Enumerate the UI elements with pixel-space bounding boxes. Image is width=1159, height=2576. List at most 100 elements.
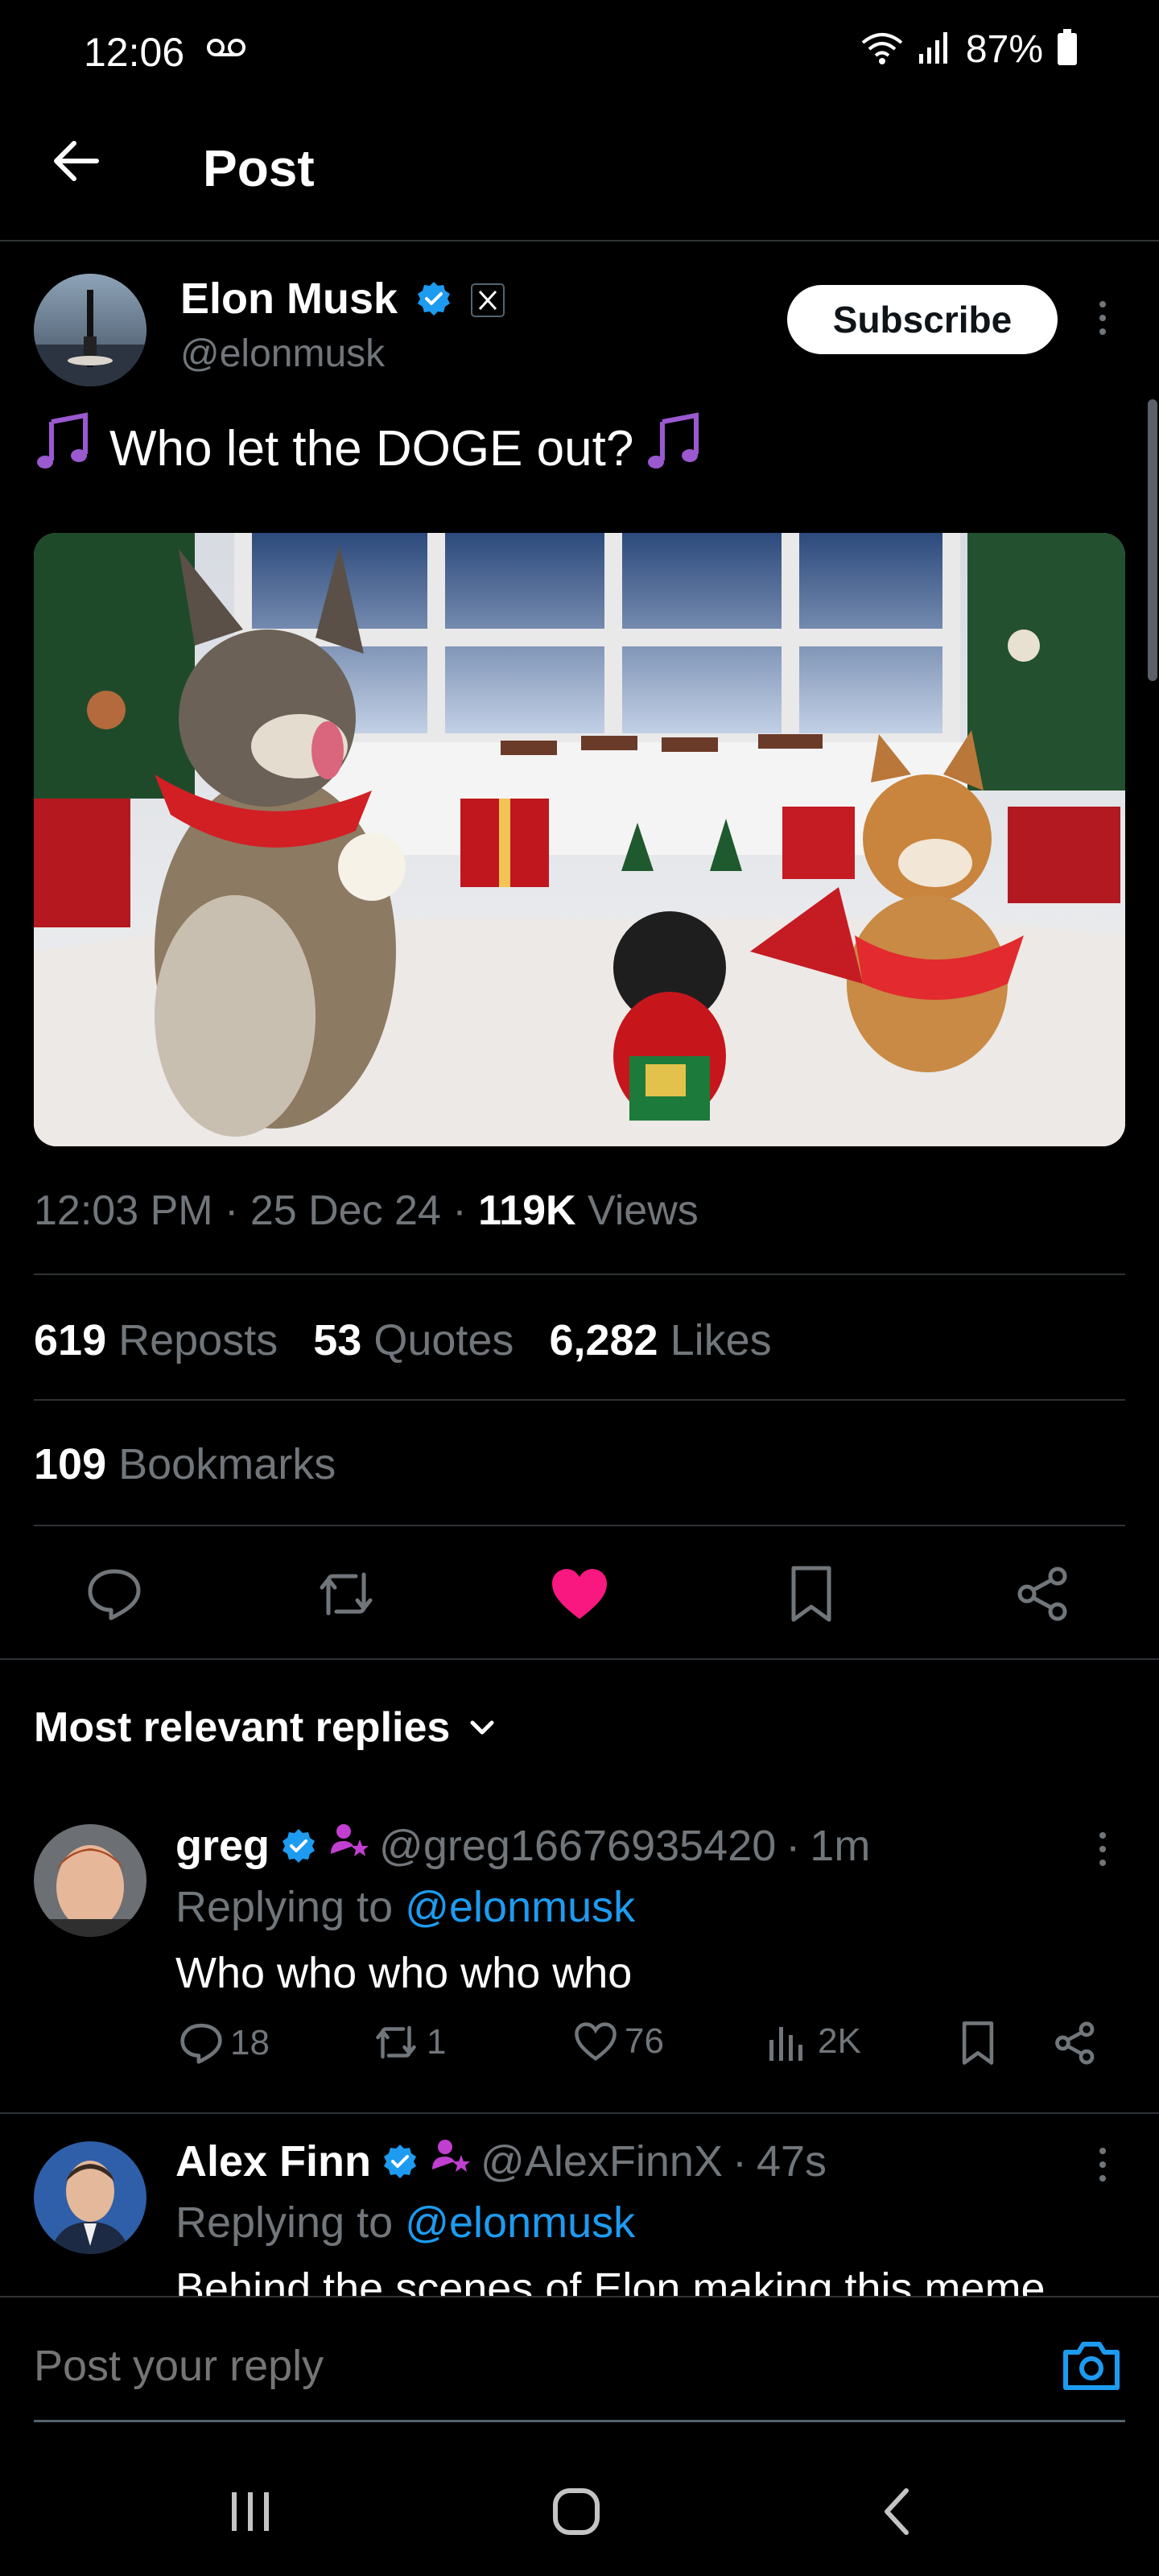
replying-prefix: Replying to (175, 2198, 394, 2247)
repost-button[interactable] (306, 1554, 386, 1634)
author-name-row[interactable]: Elon Musk (180, 274, 505, 324)
reply-author-name[interactable]: greg (175, 1821, 270, 1871)
quotes-count: 53 (313, 1316, 362, 1364)
avatar[interactable] (34, 2141, 146, 2254)
music-notes-icon (34, 411, 98, 487)
arrow-left-icon (54, 141, 99, 181)
author-handle[interactable]: @elonmusk (180, 332, 385, 376)
likes-label: Likes (670, 1316, 772, 1364)
reply-like-button[interactable]: 76 (573, 2021, 664, 2062)
reposts-label: Reposts (118, 1316, 278, 1364)
voicemail-icon (206, 37, 246, 62)
music-notes-icon (645, 411, 709, 487)
likes-stat[interactable]: 6,282 Likes (549, 1315, 771, 1365)
battery-icon (1056, 29, 1079, 70)
back-button[interactable] (50, 137, 101, 189)
replying-to: Replying to @elonmusk (175, 1882, 635, 1932)
reply-views-button[interactable]: 2K (766, 2021, 861, 2062)
divider (0, 1658, 1159, 1660)
share-button[interactable] (1003, 1554, 1083, 1634)
reply-author-name[interactable]: Alex Finn (175, 2136, 371, 2186)
bookmark-icon (962, 2021, 994, 2065)
replying-to-link[interactable]: @elonmusk (405, 2198, 635, 2247)
author-avatar[interactable] (34, 274, 146, 386)
divider (0, 2112, 1159, 2114)
reposts-count: 619 (34, 1316, 107, 1364)
replies-sort-label: Most relevant replies (34, 1704, 451, 1751)
reply-icon (180, 2023, 222, 2064)
verified-badge-icon (410, 274, 453, 324)
divider (34, 1399, 1125, 1401)
meta-separator: · (452, 1187, 467, 1234)
repost-count: 1 (427, 2022, 447, 2062)
post-date: 25 Dec 24 (250, 1187, 441, 1234)
post-more-icon[interactable] (1099, 301, 1106, 335)
subscribe-button[interactable]: Subscribe (787, 285, 1058, 354)
composer-top-divider (0, 2296, 1159, 2297)
reply-header: greg @greg16676935420 · 1m (175, 1821, 871, 1871)
reply-share-button[interactable] (1053, 2021, 1098, 2066)
bookmarks-stat[interactable]: 109 Bookmarks (34, 1439, 336, 1489)
reply-author-handle[interactable]: @AlexFinnX (481, 2136, 723, 2186)
recent-apps-icon (232, 2492, 269, 2531)
views-count[interactable]: 119K (478, 1187, 575, 1234)
camera-button[interactable] (1061, 2338, 1122, 2396)
quotes-stat[interactable]: 53 Quotes (313, 1315, 514, 1365)
reply-text: Who who who who who (175, 1949, 633, 1997)
header-divider (0, 240, 1159, 242)
post-time: 12:03 PM (34, 1187, 213, 1234)
analytics-icon (769, 2027, 802, 2061)
reply-more-icon[interactable] (1099, 1832, 1106, 1866)
page-title: Post (203, 139, 315, 197)
reply-more-icon[interactable] (1099, 2148, 1106, 2182)
reply-actions: 18 1 76 2K (179, 2021, 1104, 2085)
like-outline-icon (575, 2022, 617, 2062)
reply-reply-button[interactable]: 18 (179, 2021, 270, 2066)
reposts-stat[interactable]: 619 Reposts (34, 1315, 278, 1365)
reply-bookmark-button[interactable] (959, 2021, 996, 2066)
reply-header: Alex Finn @AlexFinnX · 47s (175, 2136, 827, 2186)
post-text-row: Who let the DOGE out? (34, 411, 709, 487)
bookmark-stats: 109 Bookmarks (34, 1439, 336, 1489)
post-meta: 12:03 PM · 25 Dec 24 · 119K Views (34, 1187, 699, 1235)
views-label[interactable]: Views (588, 1187, 699, 1234)
share-icon (1055, 2021, 1095, 2065)
replies-sort-dropdown[interactable]: Most relevant replies (34, 1703, 498, 1752)
replying-to-link[interactable]: @elonmusk (405, 1883, 635, 1931)
reply-input[interactable] (34, 2341, 919, 2391)
quotes-label: Quotes (373, 1316, 514, 1364)
composer-underline (34, 2420, 1125, 2422)
battery-percentage: 87% (965, 28, 1043, 71)
reply-author-handle[interactable]: @greg16676935420 (379, 1821, 776, 1871)
camera-icon (1063, 2342, 1120, 2390)
system-back-button[interactable] (858, 2479, 938, 2544)
divider (34, 1525, 1125, 1526)
author-name[interactable]: Elon Musk (180, 275, 398, 323)
repost-icon (320, 1572, 373, 1616)
share-icon (1017, 1567, 1067, 1621)
home-button[interactable] (536, 2479, 617, 2544)
reply-repost-button[interactable]: 1 (372, 2021, 446, 2064)
system-nav-bar (0, 2447, 1159, 2576)
wifi-icon (860, 30, 905, 69)
post-actions (0, 1554, 1159, 1634)
bookmark-icon (791, 1566, 831, 1622)
post-stats: 619 Reposts 53 Quotes 6,282 Likes (34, 1315, 772, 1365)
post-image[interactable] (34, 533, 1125, 1146)
scrollbar[interactable] (1148, 399, 1157, 681)
reply-button[interactable] (74, 1554, 155, 1634)
reply-count: 18 (230, 2023, 270, 2062)
recent-apps-button[interactable] (211, 2479, 291, 2544)
like-button[interactable] (539, 1554, 620, 1634)
signal-icon (918, 30, 953, 69)
bookmark-button[interactable] (771, 1554, 852, 1634)
chevron-left-icon (885, 2488, 909, 2535)
bookmarks-count: 109 (34, 1440, 107, 1488)
meta-separator: · (225, 1187, 239, 1234)
subscriber-badge-icon (429, 2136, 471, 2186)
status-time: 12:06 (84, 30, 185, 75)
avatar[interactable] (34, 1824, 146, 1937)
home-icon (553, 2488, 600, 2535)
post-text: Who let the DOGE out? (109, 421, 634, 477)
replying-prefix: Replying to (175, 1883, 394, 1931)
